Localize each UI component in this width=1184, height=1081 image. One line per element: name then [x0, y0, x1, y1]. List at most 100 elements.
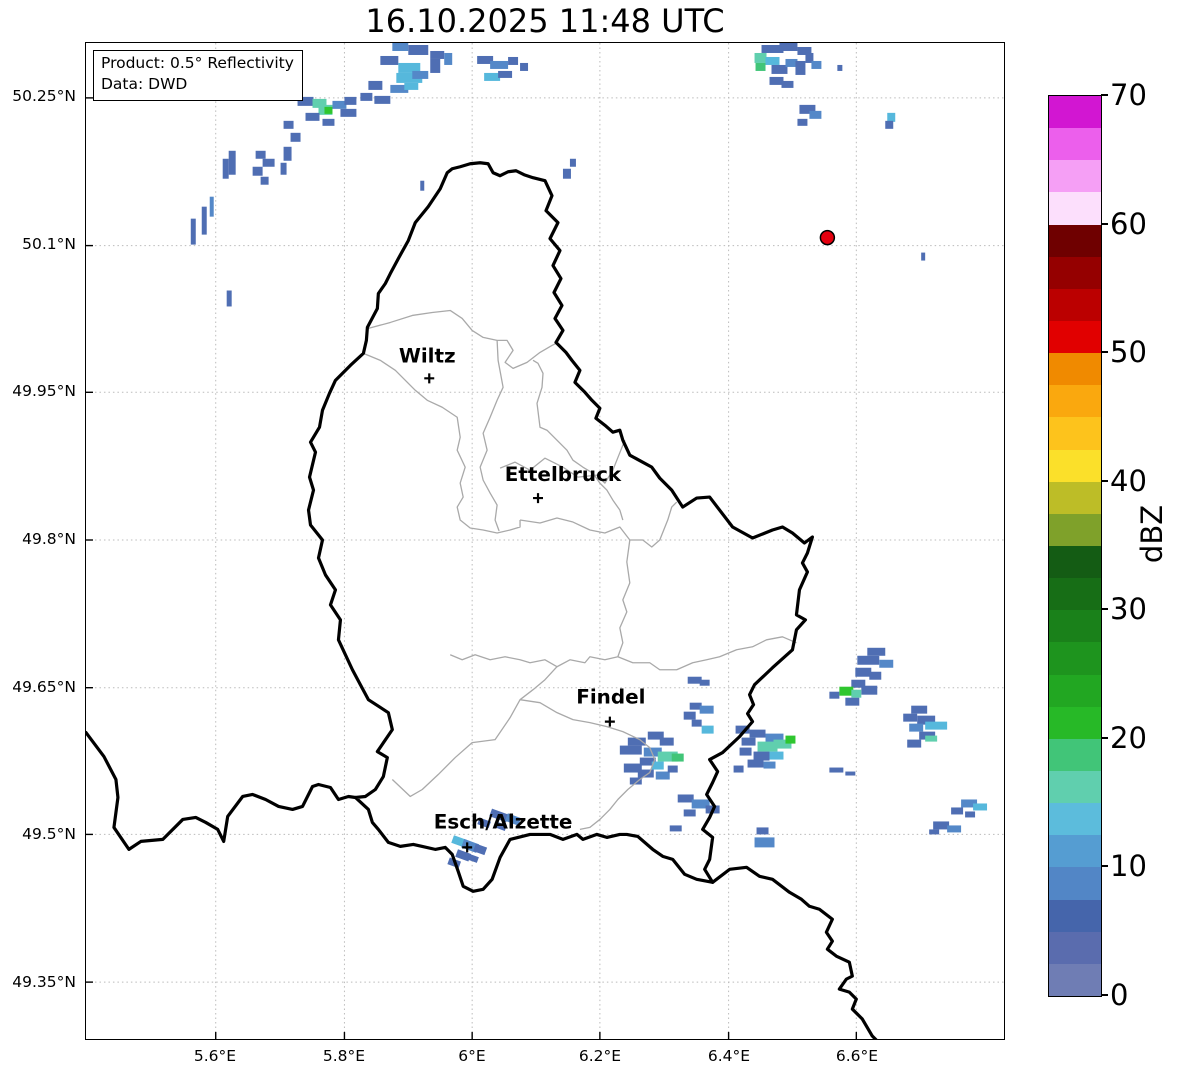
- radar-echo-cell: [699, 679, 710, 686]
- colorbar-segment: [1049, 835, 1101, 868]
- district-border: [368, 309, 559, 369]
- colorbar-segment: [1049, 224, 1101, 257]
- colorbar-segment: [1049, 899, 1101, 932]
- colorbar-tickmark: [1101, 222, 1108, 225]
- radar-echo-cell: [829, 691, 840, 699]
- latitude-tick-label: 50.1°N: [22, 235, 76, 253]
- radar-echo-cell: [667, 765, 678, 773]
- colorbar-tick-label: 50: [1110, 335, 1147, 370]
- colorbar: [1048, 95, 1102, 997]
- radar-echo-cell: [305, 112, 320, 121]
- city-marker-icon: [604, 716, 615, 727]
- colorbar-unit-label: dBZ: [1135, 504, 1169, 564]
- radar-echo-cell: [340, 108, 357, 117]
- colorbar-segment: [1049, 867, 1101, 900]
- colorbar-tickmark: [1101, 994, 1108, 996]
- radar-echo-cell: [290, 132, 301, 142]
- radar-echo-cell: [754, 52, 767, 63]
- radar-echo-cell: [655, 771, 670, 780]
- radar-echo-cell: [380, 55, 399, 65]
- city-label: Esch/Alzette: [434, 809, 573, 833]
- colorbar-segment: [1049, 385, 1101, 418]
- radar-echo-cell: [921, 252, 926, 261]
- radar-echo-cell: [562, 168, 571, 179]
- colorbar-segment: [1049, 417, 1101, 450]
- radar-echo-cell: [857, 655, 880, 665]
- radar-echo-cell: [747, 759, 764, 768]
- radar-echo-cell: [332, 100, 347, 109]
- radar-echo-cell: [887, 112, 896, 122]
- radar-echo-cell: [260, 176, 269, 185]
- district-border: [391, 666, 558, 798]
- colorbar-tick-label: 10: [1110, 849, 1147, 884]
- radar-echo-cell: [687, 676, 702, 684]
- city-marker-icon: [424, 373, 435, 384]
- district-border: [617, 539, 631, 657]
- radar-echo-cell: [839, 686, 854, 696]
- radar-echo-cell: [797, 118, 808, 126]
- radar-echo-cell: [368, 80, 383, 90]
- radar-echo-cell: [619, 745, 642, 755]
- radar-echo-cell: [911, 705, 928, 714]
- colorbar-tickmark: [1101, 865, 1108, 868]
- colorbar-segment: [1049, 642, 1101, 675]
- radar-echo-cell: [360, 92, 373, 101]
- latitude-tick-label: 49.35°N: [12, 973, 76, 991]
- colorbar-tick-label: 60: [1110, 206, 1147, 241]
- radar-echo-cell: [779, 43, 798, 51]
- colorbar-segment: [1049, 770, 1101, 804]
- country-border: [711, 865, 878, 1039]
- radar-echo-cell: [473, 843, 488, 856]
- colorbar-segment: [1049, 931, 1101, 964]
- radar-echo-cell: [929, 829, 940, 835]
- colorbar-tick-label: 30: [1110, 592, 1147, 627]
- radar-echo-cell: [280, 162, 287, 175]
- radar-echo-cell: [965, 811, 976, 818]
- country-border: [306, 161, 815, 893]
- colorbar-segment: [1049, 803, 1101, 836]
- city-label: Findel: [576, 685, 645, 709]
- radar-echo-cell: [412, 70, 429, 79]
- radar-echo-cell: [769, 751, 784, 760]
- radar-echo-cell: [262, 158, 275, 167]
- radar-echo-cell: [933, 821, 950, 830]
- radar-echo-cell: [420, 180, 425, 191]
- radar-echo-cell: [809, 110, 822, 119]
- colorbar-segment: [1049, 610, 1101, 643]
- colorbar-segment: [1049, 449, 1101, 482]
- radar-echo-cell: [909, 723, 924, 732]
- latitude-tick-label: 49.65°N: [12, 678, 76, 696]
- district-border: [449, 654, 618, 668]
- map-canvas: Wiltz Ettelbruck Findel Esch/Alzette: [86, 43, 1004, 1039]
- colorbar-tickmark: [1101, 94, 1108, 96]
- radar-echo-cell: [498, 70, 513, 78]
- colorbar-segment: [1049, 481, 1101, 514]
- colorbar-tickmark: [1101, 479, 1108, 482]
- radar-echo-cell: [749, 729, 766, 738]
- colorbar-segment: [1049, 545, 1101, 579]
- colorbar-segment: [1049, 353, 1101, 386]
- radar-echo-cell: [190, 218, 196, 245]
- latitude-tick-label: 49.8°N: [22, 530, 76, 548]
- radar-site-marker: [819, 229, 836, 246]
- colorbar-segment: [1049, 578, 1101, 611]
- radar-echo-cell: [255, 150, 266, 159]
- colorbar-segment: [1049, 320, 1101, 354]
- longitude-tick-label: 5.6°E: [193, 1047, 237, 1065]
- radar-echo-cell: [769, 76, 784, 85]
- radar-echo-cell: [755, 62, 766, 71]
- radar-echo-cell: [907, 739, 922, 748]
- latitude-tick-label: 50.25°N: [12, 87, 76, 105]
- colorbar-segment: [1049, 256, 1101, 289]
- radar-echo-cell: [739, 747, 752, 756]
- radar-echo-cell: [861, 685, 878, 695]
- colorbar-segment: [1049, 513, 1101, 546]
- radar-echo-cell: [484, 72, 501, 81]
- radar-echo-cell: [683, 809, 696, 817]
- colorbar-segment: [1049, 963, 1101, 996]
- map-plot-area: Wiltz Ettelbruck Findel Esch/Alzette Produc…: [85, 42, 1005, 1040]
- radar-echo-cell: [829, 767, 844, 773]
- colorbar-segment: [1049, 128, 1101, 161]
- radar-echo-cell: [430, 50, 445, 59]
- radar-echo-cell: [795, 60, 806, 75]
